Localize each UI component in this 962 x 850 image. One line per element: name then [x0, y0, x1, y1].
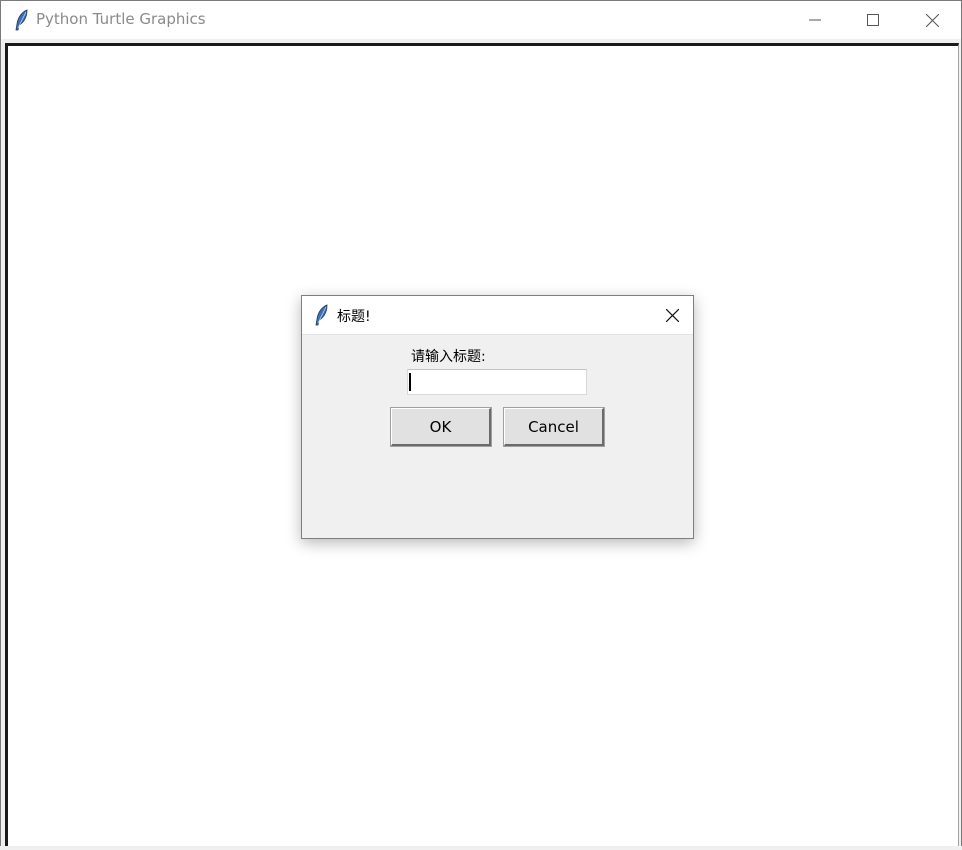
- dialog-titlebar[interactable]: 标题!: [302, 296, 693, 335]
- input-dialog: 标题! 请输入标题: OK Cancel: [301, 295, 694, 539]
- minimize-button[interactable]: [786, 1, 844, 39]
- text-caret: [409, 373, 411, 391]
- close-button[interactable]: [903, 1, 961, 39]
- window-bottom-edge: [0, 846, 962, 850]
- dialog-close-button[interactable]: [652, 296, 692, 334]
- maximize-icon: [867, 14, 879, 26]
- window-title: Python Turtle Graphics: [36, 10, 206, 28]
- cancel-button[interactable]: Cancel: [504, 408, 604, 446]
- ok-button[interactable]: OK: [391, 408, 491, 446]
- close-icon: [665, 308, 679, 322]
- window-titlebar[interactable]: Python Turtle Graphics: [1, 1, 961, 39]
- title-input[interactable]: [407, 369, 587, 395]
- feather-icon: [315, 304, 328, 326]
- dialog-title: 标题!: [337, 309, 371, 325]
- minimize-icon: [809, 19, 821, 21]
- maximize-button[interactable]: [844, 1, 902, 39]
- feather-icon: [15, 9, 28, 31]
- prompt-label: 请输入标题:: [411, 349, 486, 365]
- close-icon: [925, 13, 939, 27]
